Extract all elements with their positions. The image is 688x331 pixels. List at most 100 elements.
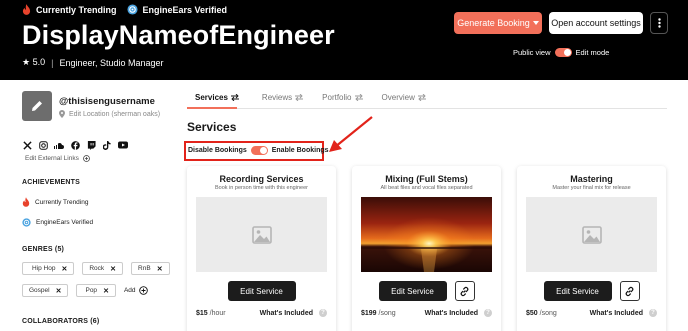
facebook-icon[interactable] (70, 140, 80, 150)
price-value: $50 (526, 309, 538, 317)
tabs-divider (187, 108, 667, 109)
chevron-down-icon (532, 21, 539, 25)
swap-arrows-icon (230, 94, 239, 101)
service-description: Book in person time with this engineer (215, 185, 308, 191)
info-icon: ? (649, 309, 657, 317)
remove-genre-icon[interactable]: ✕ (157, 265, 163, 273)
kebab-menu-icon (657, 18, 661, 28)
more-options-button[interactable] (650, 12, 668, 34)
genre-chip: Hip Hop ✕ (22, 262, 75, 275)
edit-mode-label: Edit mode (575, 48, 610, 57)
whats-included-label: What's Included (589, 309, 643, 317)
add-genre-button[interactable]: Add (124, 284, 148, 297)
remove-genre-icon[interactable]: ✕ (61, 265, 67, 273)
genre-chip: RnB ✕ (131, 262, 170, 275)
tab-portfolio[interactable]: Portfolio (322, 93, 363, 102)
active-tab-indicator (187, 107, 237, 109)
tab-label: Reviews (261, 93, 293, 102)
whats-included-link[interactable]: What's Included? (425, 309, 492, 317)
edit-service-button[interactable]: Edit Service (227, 281, 296, 301)
achievement-verified: EngineEars Verified (22, 218, 93, 227)
disable-bookings-label: Disable Bookings (188, 147, 247, 154)
avatar[interactable] (22, 91, 52, 121)
link-icon (625, 286, 634, 296)
service-card: Mixing (Full Stems) All beat files and v… (352, 166, 501, 331)
info-icon: ? (319, 309, 327, 317)
view-mode-switch[interactable] (554, 48, 572, 57)
genre-label: Gospel (29, 287, 50, 294)
remove-genre-icon[interactable]: ✕ (56, 287, 62, 295)
service-image[interactable] (361, 197, 492, 272)
edit-service-button[interactable]: Edit Service (378, 281, 447, 301)
service-actions: Edit Service (187, 281, 336, 301)
swap-arrows-icon (417, 94, 426, 101)
edit-service-button[interactable]: Edit Service (543, 281, 612, 301)
image-placeholder-icon (581, 225, 602, 244)
price-unit: /hour (209, 309, 226, 317)
profile-tabs: Services Reviews Portfolio Overview (187, 93, 667, 102)
tab-label: Portfolio (322, 93, 352, 102)
edit-pencil-icon (32, 101, 42, 111)
genre-chip: Gospel ✕ (22, 284, 69, 297)
tab-reviews[interactable]: Reviews (261, 93, 304, 102)
social-links (22, 140, 128, 150)
whats-included-label: What's Included (424, 309, 478, 317)
soundcloud-icon[interactable] (54, 140, 64, 150)
edit-location-link[interactable]: Edit Location (sherman oaks) (59, 110, 160, 118)
tab-overview[interactable]: Overview (382, 93, 426, 102)
service-image-placeholder[interactable] (526, 197, 657, 272)
genres-heading: GENRES (5) (22, 246, 65, 253)
price-unit: /song (378, 309, 396, 317)
price-value: $199 (361, 309, 377, 317)
service-title: Recording Services (219, 174, 304, 184)
generate-booking-button[interactable]: Generate Booking (454, 12, 542, 34)
copy-link-button[interactable] (619, 281, 640, 301)
bookings-switch[interactable] (250, 146, 268, 155)
collaborators-heading: COLLABORATORS (6) (22, 318, 100, 325)
service-footer: $15 /hour What's Included? (196, 309, 327, 317)
location-label: Edit Location (sherman oaks) (69, 110, 161, 118)
annotation-arrow-icon (329, 116, 373, 152)
genre-label: RnB (138, 265, 151, 272)
service-card: Mastering Master your final mix for rele… (517, 166, 666, 331)
whats-included-link[interactable]: What's Included? (590, 309, 657, 317)
service-price: $15 /hour (196, 310, 226, 317)
tab-label: Services (195, 93, 228, 102)
instagram-icon[interactable] (38, 140, 48, 150)
verified-icon (22, 218, 31, 227)
tab-label: Overview (381, 93, 415, 102)
service-footer: $50 /song What's Included? (526, 309, 657, 317)
location-pin-icon (59, 110, 65, 118)
achievement-label: EngineEars Verified (36, 219, 94, 226)
copy-link-button[interactable] (454, 281, 475, 301)
rating: ★ 5.0 (22, 57, 46, 67)
roles: Engineer, Studio Manager (59, 57, 164, 68)
verified-icon (126, 4, 138, 15)
service-image-placeholder[interactable] (196, 197, 327, 272)
verified-label: EngineEars Verified (142, 4, 228, 15)
twitch-icon[interactable] (86, 140, 96, 150)
generate-booking-label: Generate Booking (457, 18, 530, 28)
edit-external-links[interactable]: Edit External Links (25, 155, 90, 162)
achievement-trending: Currently Trending (22, 197, 88, 207)
tiktok-icon[interactable] (102, 140, 112, 150)
service-price: $199 /song (361, 310, 396, 317)
price-value: $15 (196, 309, 208, 317)
link-icon (460, 286, 469, 296)
remove-genre-icon[interactable]: ✕ (103, 287, 109, 295)
tab-services[interactable]: Services (195, 93, 239, 102)
flame-icon (22, 197, 30, 207)
genre-chip: Pop ✕ (76, 284, 116, 297)
whats-included-link[interactable]: What's Included? (260, 309, 327, 317)
price-unit: /song (539, 309, 557, 317)
open-account-settings-button[interactable]: Open account settings (549, 12, 643, 34)
service-title: Mixing (Full Stems) (385, 174, 468, 184)
image-placeholder-icon (251, 225, 272, 244)
flame-icon (22, 4, 31, 15)
service-card: Recording Services Book in person time w… (187, 166, 336, 331)
youtube-icon[interactable] (118, 140, 128, 150)
whats-included-label: What's Included (259, 309, 313, 317)
x-icon[interactable] (22, 140, 32, 150)
remove-genre-icon[interactable]: ✕ (110, 265, 116, 273)
service-description: All beat files and vocal files separated (380, 185, 473, 191)
